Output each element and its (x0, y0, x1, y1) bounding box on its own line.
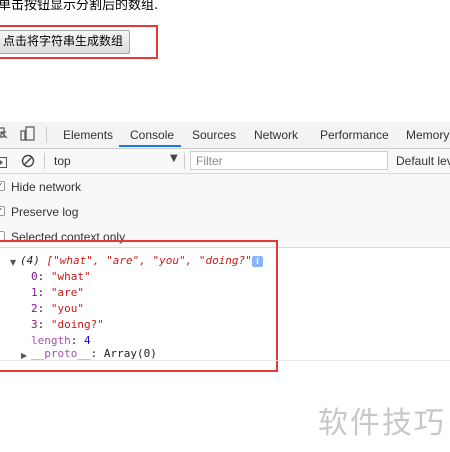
filter-placeholder: Filter (196, 154, 223, 168)
entry-key: 1 (31, 286, 38, 299)
clear-console-icon[interactable] (21, 153, 35, 172)
dropdown-arrow-icon[interactable]: ▼ (170, 153, 178, 164)
length-key: length (31, 334, 71, 347)
length-value: 4 (84, 334, 91, 347)
toolbar-separator (46, 127, 47, 143)
log-levels-dropdown[interactable]: Default lev (396, 154, 450, 168)
proto-entry[interactable]: __proto__: Array(0) (31, 347, 157, 360)
array-count: (4) (20, 254, 40, 267)
watermark: 软件技巧 (318, 406, 446, 441)
array-preview: ["what", "are", "you", "doing?"] (46, 254, 259, 267)
split-string-button[interactable]: 点击将字符串生成数组 (0, 30, 131, 54)
inspect-icon[interactable] (0, 127, 8, 145)
tab-memory[interactable]: Memory (406, 128, 449, 142)
console-toolbar-separator (44, 153, 45, 169)
entry-value: "are" (50, 286, 84, 299)
preserve-log-checkbox[interactable]: ✓ (0, 206, 5, 216)
proto-key: __proto__ (31, 347, 91, 360)
context-select[interactable]: top (54, 154, 71, 168)
entry-key: 0 (31, 270, 38, 283)
console-message-divider (0, 360, 450, 361)
entry-value: "doing?" (50, 318, 104, 331)
tab-network[interactable]: Network (254, 128, 298, 142)
info-icon: i (252, 256, 263, 267)
tab-performance[interactable]: Performance (320, 128, 389, 142)
hide-network-checkbox[interactable]: ✓ (0, 181, 5, 191)
array-entry: 3: "doing?" (31, 318, 104, 331)
active-tab-indicator (119, 145, 181, 147)
device-toolbar-icon[interactable] (20, 126, 36, 146)
array-summary[interactable]: (4) ["what", "are", "you", "doing?"] (20, 254, 258, 267)
console-sidebar-icon[interactable] (0, 154, 8, 173)
entry-key: 2 (31, 302, 38, 315)
tab-sources[interactable]: Sources (192, 128, 236, 142)
array-entry: 1: "are" (31, 286, 84, 299)
preserve-log-label: Preserve log (11, 205, 79, 219)
array-entry: 0: "what" (31, 270, 91, 283)
entry-value: "what" (50, 270, 91, 283)
entry-value: "you" (50, 302, 84, 315)
intro-text: 单击按钮显示分割后的数组. (0, 0, 159, 13)
proto-value: Array(0) (103, 347, 157, 360)
hide-network-label: Hide network (11, 180, 82, 194)
array-length: length: 4 (31, 334, 91, 347)
filter-separator (184, 153, 185, 169)
tab-elements[interactable]: Elements (63, 128, 113, 142)
expand-triangle-icon[interactable]: ▶ (21, 351, 27, 360)
entry-key: 3 (31, 318, 38, 331)
tab-console[interactable]: Console (130, 128, 174, 142)
collapse-triangle-icon[interactable]: ▼ (10, 258, 16, 267)
array-entry: 2: "you" (31, 302, 84, 315)
